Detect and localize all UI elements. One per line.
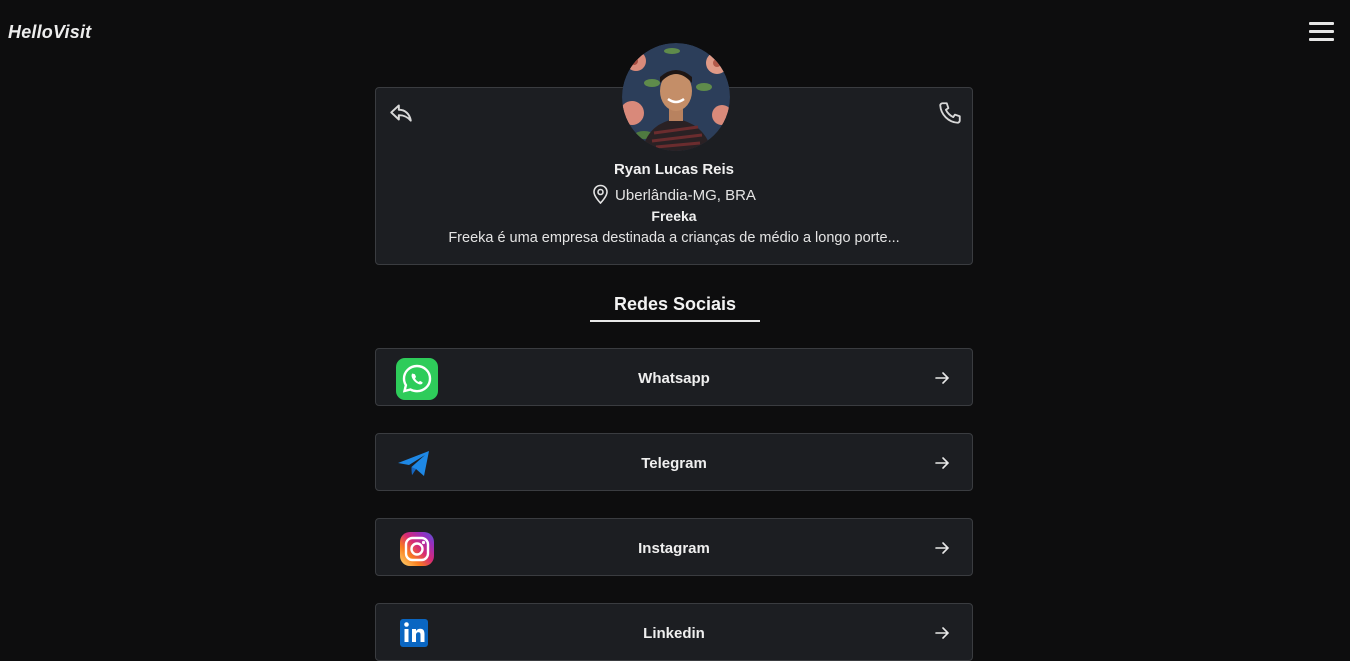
arrow-right-icon — [934, 455, 950, 471]
social-label: Instagram — [638, 540, 710, 557]
social-label: Telegram — [641, 455, 707, 472]
arrow-right-icon — [934, 625, 950, 641]
social-link-instagram[interactable]: Instagram — [375, 518, 973, 576]
section-underline — [590, 320, 760, 322]
social-link-whatsapp[interactable]: Whatsapp — [375, 348, 973, 406]
social-link-telegram[interactable]: Telegram — [375, 433, 973, 491]
arrow-right-icon — [934, 540, 950, 556]
profile-description: Freeka é uma empresa destinada a criança… — [448, 230, 900, 246]
phone-icon[interactable] — [937, 100, 963, 126]
avatar — [622, 43, 730, 151]
profile-company: Freeka — [651, 208, 697, 224]
brand-logo[interactable]: HelloVisit — [8, 22, 91, 43]
social-label: Linkedin — [643, 625, 705, 642]
arrow-right-icon — [934, 370, 950, 386]
social-link-linkedin[interactable]: Linkedin — [375, 603, 973, 661]
social-label: Whatsapp — [638, 370, 710, 387]
location-pin-icon — [593, 184, 608, 205]
section-title: Redes Sociais — [613, 294, 737, 314]
profile-location: Uberlândia-MG, BRA — [376, 184, 972, 205]
hamburger-menu-icon[interactable] — [1309, 22, 1334, 42]
share-back-icon[interactable] — [388, 100, 414, 126]
profile-name: Ryan Lucas Reis — [613, 161, 735, 178]
location-text: Uberlândia-MG, BRA — [615, 187, 756, 204]
